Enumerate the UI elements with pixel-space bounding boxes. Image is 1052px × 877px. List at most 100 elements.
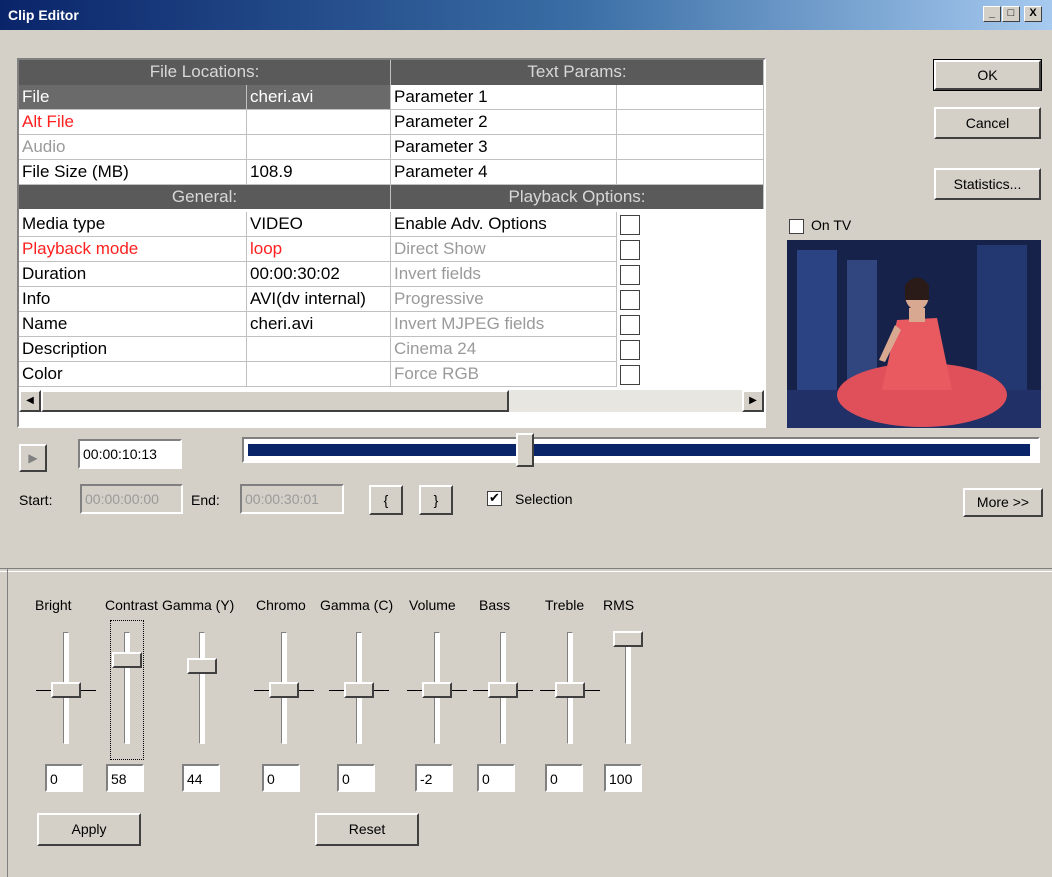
- name-label: Name: [19, 312, 247, 337]
- general-header: General:: [19, 185, 391, 209]
- gamma-y-slider-track[interactable]: [199, 632, 205, 744]
- mark-in-button[interactable]: {: [369, 485, 403, 515]
- bass-value-field[interactable]: 0: [477, 764, 515, 792]
- parameter-4-value[interactable]: [617, 160, 764, 185]
- playback-options-header: Playback Options:: [391, 185, 764, 209]
- gamma-c-slider-thumb[interactable]: [344, 682, 374, 698]
- duration-label: Duration: [19, 262, 247, 287]
- cancel-button[interactable]: Cancel: [934, 107, 1041, 139]
- rms-slider-track[interactable]: [625, 632, 631, 744]
- clip-properties-grid[interactable]: File Locations: Text Params: File cheri.…: [17, 58, 766, 428]
- scroll-left-arrow-icon[interactable]: ◀: [19, 390, 41, 412]
- enable-adv-checkbox[interactable]: [620, 215, 640, 235]
- volume-value-field[interactable]: -2: [415, 764, 453, 792]
- maximize-button[interactable]: □: [1002, 6, 1020, 22]
- text-params-header: Text Params:: [391, 60, 764, 85]
- file-size-label: File Size (MB): [19, 160, 247, 185]
- info-value: AVI(dv internal): [247, 287, 391, 312]
- cinema-24-checkbox[interactable]: [620, 340, 640, 360]
- alt-file-value[interactable]: [247, 110, 391, 135]
- playback-option-progressive: Progressive: [391, 287, 617, 312]
- chromo-slider-thumb[interactable]: [269, 682, 299, 698]
- force-rgb-checkbox[interactable]: [620, 365, 640, 385]
- bass-slider-thumb[interactable]: [488, 682, 518, 698]
- progressive-checkbox[interactable]: [620, 290, 640, 310]
- seek-bar[interactable]: [242, 433, 1040, 467]
- seek-bar-track: [248, 444, 1030, 456]
- color-value[interactable]: [247, 362, 391, 387]
- apply-button[interactable]: Apply: [37, 813, 141, 846]
- rms-value-field[interactable]: 100: [604, 764, 642, 792]
- contrast-slider-track[interactable]: [124, 632, 130, 744]
- scroll-right-arrow-icon[interactable]: ▶: [742, 390, 764, 412]
- bright-slider-thumb[interactable]: [51, 682, 81, 698]
- invert-fields-checkbox[interactable]: [620, 265, 640, 285]
- scrollbar-thumb[interactable]: [41, 390, 509, 412]
- bright-value-field[interactable]: 0: [45, 764, 83, 792]
- playback-option-force-rgb: Force RGB: [391, 362, 617, 387]
- parameter-2: Parameter 2: [391, 110, 617, 135]
- more-button[interactable]: More >>: [963, 488, 1043, 517]
- on-tv-checkbox[interactable]: [789, 219, 804, 234]
- direct-show-checkbox[interactable]: [620, 240, 640, 260]
- playback-mode-value[interactable]: loop: [247, 237, 391, 262]
- statistics-button[interactable]: Statistics...: [934, 168, 1041, 200]
- alt-file-label: Alt File: [19, 110, 247, 135]
- selection-checkbox[interactable]: ✔: [487, 491, 502, 506]
- minimize-button[interactable]: _: [983, 6, 1001, 22]
- audio-label: Audio: [19, 135, 247, 160]
- duration-value: 00:00:30:02: [247, 262, 391, 287]
- playback-mode-label: Playback mode: [19, 237, 247, 262]
- parameter-2-value[interactable]: [617, 110, 764, 135]
- invert-mjpeg-checkbox[interactable]: [620, 315, 640, 335]
- description-value[interactable]: [247, 337, 391, 362]
- reset-button[interactable]: Reset: [315, 813, 419, 846]
- slider-label-treble: Treble: [545, 597, 585, 613]
- playback-option-cinema-24: Cinema 24: [391, 337, 617, 362]
- panel-left-edge: [7, 568, 8, 877]
- rms-slider-thumb[interactable]: [613, 631, 643, 647]
- ok-button[interactable]: OK: [933, 59, 1042, 91]
- treble-value-field[interactable]: 0: [545, 764, 583, 792]
- parameter-3-value[interactable]: [617, 135, 764, 160]
- horizontal-scrollbar[interactable]: ◀ ▶: [19, 390, 764, 412]
- description-label: Description: [19, 337, 247, 362]
- start-field[interactable]: 00:00:00:00: [80, 484, 183, 514]
- gamma-y-slider-thumb[interactable]: [187, 658, 217, 674]
- file-value[interactable]: cheri.avi: [247, 85, 391, 110]
- contrast-slider-thumb[interactable]: [112, 652, 142, 668]
- slider-label-contrast: Contrast: [105, 597, 158, 613]
- playback-option-invert-mjpeg: Invert MJPEG fields: [391, 312, 617, 337]
- treble-slider-thumb[interactable]: [555, 682, 585, 698]
- slider-label-bass: Bass: [479, 597, 511, 613]
- file-label: File: [19, 85, 247, 110]
- gamma-c-value-field[interactable]: 0: [337, 764, 375, 792]
- parameter-1-value[interactable]: [617, 85, 764, 110]
- parameter-3: Parameter 3: [391, 135, 617, 160]
- play-icon[interactable]: ▶: [19, 444, 47, 472]
- contrast-value-field[interactable]: 58: [106, 764, 144, 792]
- chromo-value-field[interactable]: 0: [262, 764, 300, 792]
- color-label: Color: [19, 362, 247, 387]
- title-bar: [0, 0, 1052, 30]
- slider-label-volume: Volume: [409, 597, 456, 613]
- media-type-value: VIDEO: [247, 212, 391, 237]
- gamma-y-value-field[interactable]: 44: [182, 764, 220, 792]
- parameter-4: Parameter 4: [391, 160, 617, 185]
- mark-out-button[interactable]: }: [419, 485, 453, 515]
- audio-value[interactable]: [247, 135, 391, 160]
- timecode-field[interactable]: 00:00:10:13: [78, 439, 182, 469]
- slider-label-rms: RMS: [603, 597, 635, 613]
- slider-label-chromo: Chromo: [256, 597, 306, 613]
- video-preview-image: [787, 240, 1041, 428]
- name-value[interactable]: cheri.avi: [247, 312, 391, 337]
- end-field[interactable]: 00:00:30:01: [240, 484, 344, 514]
- playback-option-invert-fields: Invert fields: [391, 262, 617, 287]
- media-type-label: Media type: [19, 212, 247, 237]
- slider-label-gamma-y: Gamma (Y): [162, 597, 235, 613]
- volume-slider-thumb[interactable]: [422, 682, 452, 698]
- seek-bar-thumb[interactable]: [516, 433, 534, 467]
- on-tv-label: On TV: [811, 217, 852, 233]
- close-button[interactable]: X: [1024, 6, 1042, 22]
- slider-label-bright: Bright: [35, 597, 72, 613]
